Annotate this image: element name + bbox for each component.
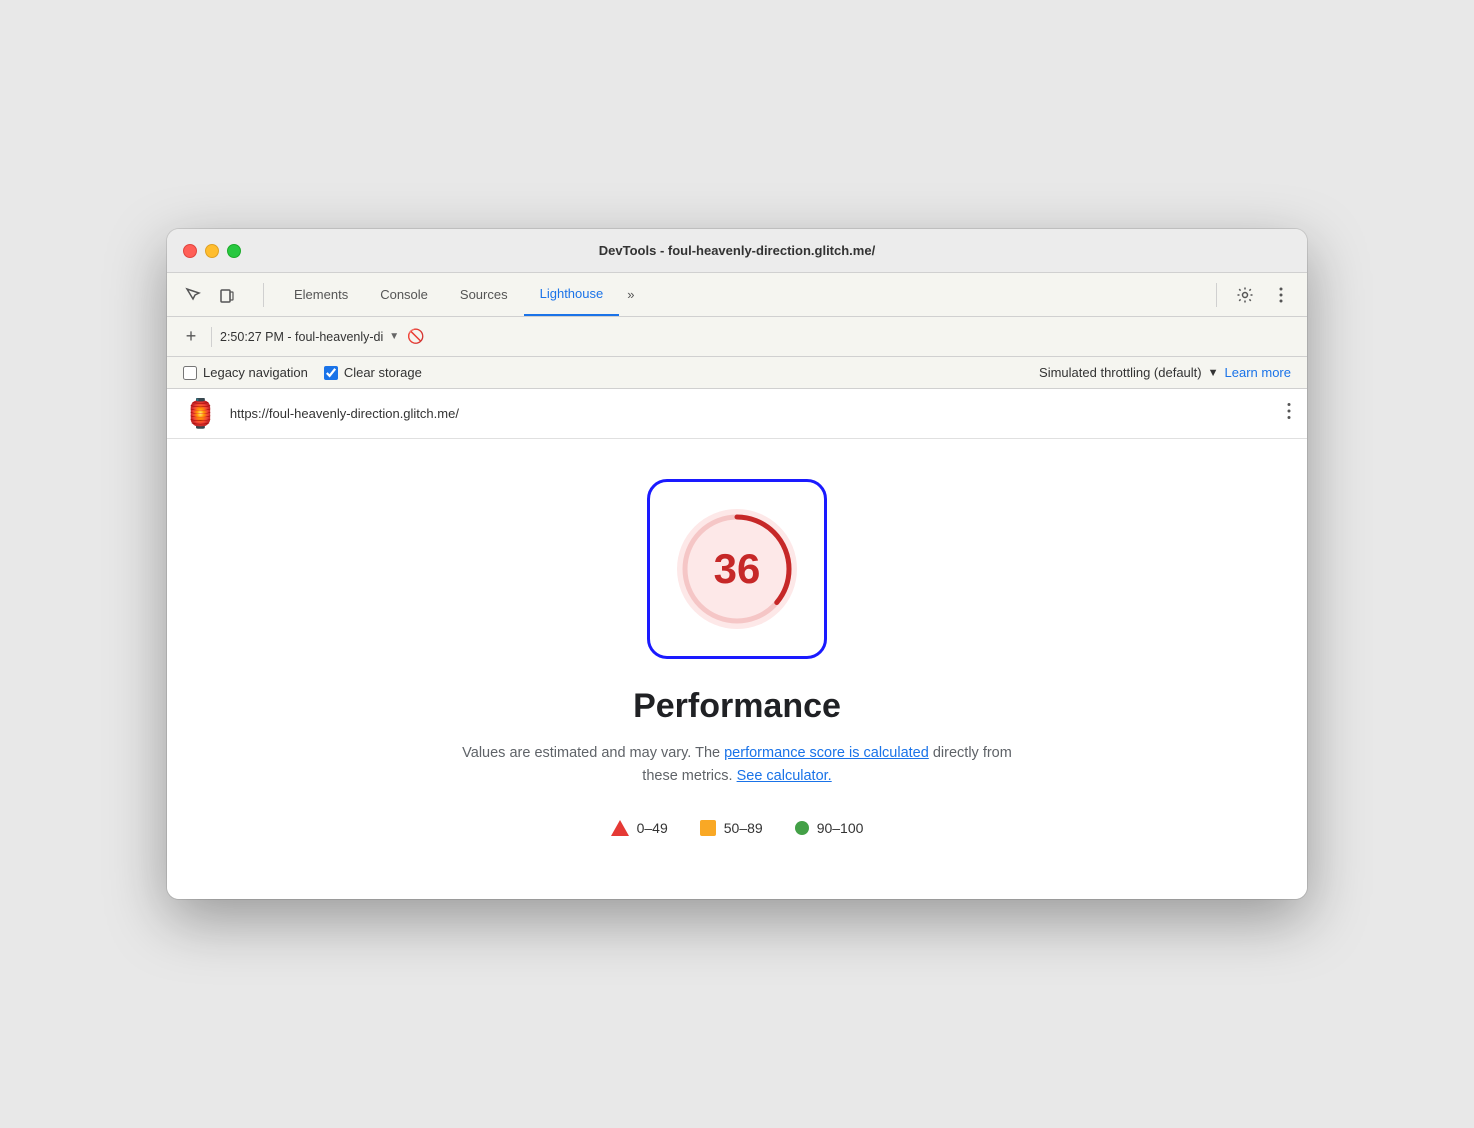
performance-description: Values are estimated and may vary. The p…	[447, 742, 1027, 788]
minimize-button[interactable]	[205, 244, 219, 258]
titlebar: DevTools - foul-heavenly-direction.glitc…	[167, 229, 1307, 273]
legend-item-average: 50–89	[700, 820, 763, 836]
add-button[interactable]: +	[179, 325, 203, 349]
legacy-navigation-group: Legacy navigation	[183, 365, 308, 380]
options-bar: Legacy navigation Clear storage Simulate…	[167, 357, 1307, 389]
legend-poor-range: 0–49	[637, 820, 668, 836]
lh-url-bar: 🏮 https://foul-heavenly-direction.glitch…	[167, 389, 1307, 439]
traffic-lights	[183, 244, 241, 258]
tab-console[interactable]: Console	[364, 273, 444, 316]
clear-storage-group: Clear storage	[324, 365, 422, 380]
legend: 0–49 50–89 90–100	[611, 820, 864, 836]
block-icon[interactable]: 🚫	[407, 328, 424, 345]
legend-item-good: 90–100	[795, 820, 864, 836]
more-options-icon[interactable]	[1267, 281, 1295, 309]
score-circle-container: 36	[672, 504, 802, 634]
inspect-icon[interactable]	[179, 281, 207, 309]
dropdown-arrow-icon[interactable]: ▼	[389, 331, 399, 342]
score-gauge: 36	[647, 479, 827, 659]
device-toolbar-icon[interactable]	[213, 281, 241, 309]
lh-more-options-icon[interactable]	[1287, 402, 1291, 425]
legend-item-poor: 0–49	[611, 820, 668, 836]
close-button[interactable]	[183, 244, 197, 258]
main-content: 36 Performance Values are estimated and …	[167, 439, 1307, 899]
throttling-group: Simulated throttling (default) ▼ Learn m…	[1039, 365, 1291, 380]
tab-lighthouse[interactable]: Lighthouse	[524, 273, 620, 316]
toolbar-icons	[179, 281, 241, 309]
calculator-link[interactable]: See calculator.	[737, 768, 832, 784]
legend-good-range: 90–100	[817, 820, 864, 836]
tab-sources[interactable]: Sources	[444, 273, 524, 316]
settings-icon[interactable]	[1231, 281, 1259, 309]
tab-bar: Elements Console Sources Lighthouse »	[278, 273, 1202, 316]
legend-average-range: 50–89	[724, 820, 763, 836]
lighthouse-icon: 🏮	[183, 397, 218, 430]
clear-storage-label: Clear storage	[344, 365, 422, 380]
toolbar-divider-1	[263, 283, 264, 307]
throttling-label: Simulated throttling (default)	[1039, 365, 1202, 380]
toolbar-right	[1231, 281, 1295, 309]
secondary-toolbar: + 2:50:27 PM - foul-heavenly-di ▼ 🚫	[167, 317, 1307, 357]
url-display: 2:50:27 PM - foul-heavenly-di ▼	[220, 330, 399, 344]
url-timestamp: 2:50:27 PM - foul-heavenly-di	[220, 330, 383, 344]
legend-orange-icon	[700, 820, 716, 836]
maximize-button[interactable]	[227, 244, 241, 258]
throttling-dropdown-icon[interactable]: ▼	[1208, 367, 1219, 379]
legend-green-icon	[795, 821, 809, 835]
perf-score-link[interactable]: performance score is calculated	[724, 745, 929, 761]
clear-storage-checkbox[interactable]	[324, 366, 338, 380]
learn-more-link[interactable]: Learn more	[1225, 365, 1291, 380]
legend-red-icon	[611, 820, 629, 836]
tab-elements[interactable]: Elements	[278, 273, 364, 316]
toolbar-divider-2	[1216, 283, 1217, 307]
legacy-navigation-label: Legacy navigation	[203, 365, 308, 380]
performance-title: Performance	[633, 687, 841, 726]
main-toolbar: Elements Console Sources Lighthouse »	[167, 273, 1307, 317]
window-title: DevTools - foul-heavenly-direction.glitc…	[599, 243, 875, 258]
devtools-window: DevTools - foul-heavenly-direction.glitc…	[167, 229, 1307, 899]
lh-url-text: https://foul-heavenly-direction.glitch.m…	[230, 406, 1275, 421]
more-tabs-button[interactable]: »	[619, 273, 642, 316]
desc-text-start: Values are estimated and may vary. The	[462, 745, 724, 761]
score-arc-svg	[672, 504, 802, 634]
sec-divider	[211, 327, 212, 347]
legacy-navigation-checkbox[interactable]	[183, 366, 197, 380]
